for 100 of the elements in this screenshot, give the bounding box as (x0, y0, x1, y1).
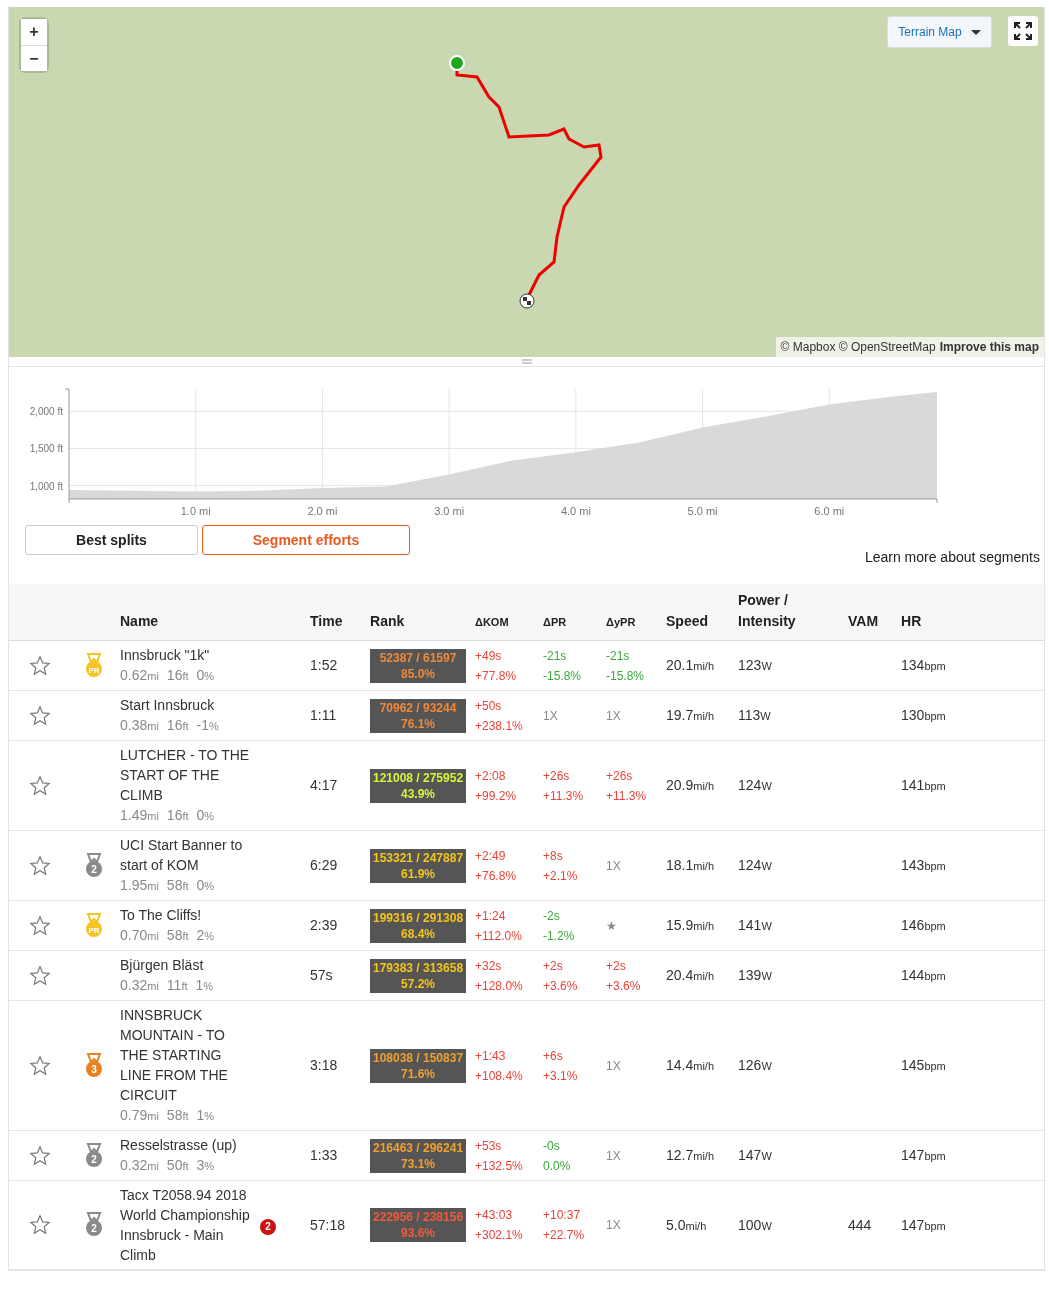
delta-time: -2s (543, 907, 561, 925)
time-value: 6:29 (310, 857, 338, 873)
segment-name[interactable]: INNSBRUCK MOUNTAIN - TO THE STARTING LINE FROM THE CIRCUIT (120, 1005, 252, 1105)
column-header: VAM (848, 613, 879, 629)
time-value: 2:39 (310, 917, 338, 933)
delta-percent: +112.0% (475, 927, 523, 945)
delta-time: +49s (475, 647, 503, 665)
x-tick-label: 6.0 mi (814, 505, 845, 517)
segment-elevation: 50ft (166, 1156, 189, 1175)
segment-name[interactable]: Start Innsbruck (120, 695, 252, 715)
fullscreen-button[interactable] (1008, 16, 1038, 46)
delta-time: +6s (543, 1047, 564, 1065)
star-icon[interactable] (29, 964, 51, 987)
delta-percent: +22.7% (543, 1227, 586, 1244)
delta-time: 1X (543, 707, 559, 725)
segment-grade: 1% (195, 976, 214, 995)
rank-percent: 71.6% (401, 1066, 436, 1081)
delta-percent: +99.2% (475, 787, 518, 805)
x-tick-label: 3.0 mi (434, 505, 465, 517)
heart-rate-value: 141bpm (901, 777, 946, 793)
star-icon[interactable] (29, 914, 51, 937)
segment-name[interactable]: LUTCHER - TO THE START OF THE CLIMB (120, 745, 252, 805)
delta-time: ★ (606, 917, 618, 935)
caret-icon (971, 29, 981, 36)
delta-percent: +238.1% (475, 717, 524, 735)
delta-time: -21s (543, 647, 568, 665)
delta-time: +10:37 (543, 1207, 582, 1224)
tab[interactable]: Segment efforts (202, 525, 410, 555)
star-icon[interactable] (29, 1054, 51, 1077)
notification-badge: 2 (260, 1218, 276, 1235)
speed-value: 12.7mi/h (666, 1147, 715, 1163)
column-header: Speed (666, 613, 709, 629)
delta-time: -21s (606, 647, 631, 665)
power-value: 124W (738, 777, 772, 793)
heart-rate-value: 144bpm (901, 967, 946, 983)
finish-flag-icon (519, 293, 535, 309)
power-value: 124W (738, 857, 772, 873)
x-tick-label: 4.0 mi (560, 505, 591, 517)
drag-handle-icon[interactable] (521, 359, 532, 364)
heart-rate-value: 146bpm (901, 917, 946, 933)
rank-position: 153321 / 247887 (372, 850, 464, 865)
delta-time: +1:43 (475, 1047, 507, 1065)
rank-percent: 61.9% (401, 866, 436, 881)
star-icon[interactable] (29, 654, 51, 677)
delta-time: 1X (606, 1057, 622, 1075)
delta-percent: +128.0% (475, 977, 524, 995)
segment-grade: 2% (196, 926, 215, 945)
column-header: ΔyPR (606, 616, 636, 628)
segment-distance: 1.95mi (120, 876, 159, 895)
column-header: ΔKOM (475, 616, 509, 628)
segment-grade: 3% (196, 1156, 215, 1175)
star-icon[interactable] (29, 774, 51, 797)
star-icon[interactable] (29, 1214, 51, 1237)
segment-name[interactable]: Resselstrasse (up) (120, 1135, 252, 1155)
segment-name[interactable]: UCI Start Banner to start of KOM (120, 835, 252, 875)
segment-elevation: 58ft (166, 876, 189, 895)
fullscreen-icon (1014, 22, 1032, 40)
star-icon[interactable] (29, 1144, 51, 1167)
segment-grade: 0% (196, 806, 215, 825)
delta-percent: +3.1% (543, 1067, 579, 1085)
map-background[interactable]: + − Terrain Map © Mapbox © OpenStreetMap Improve this map (9, 7, 1044, 357)
power-value: 123W (738, 657, 772, 673)
segment-name[interactable]: Innsbruck "1k" (120, 645, 252, 665)
delta-percent: +3.6% (606, 977, 642, 995)
rank-percent: 85.0% (401, 666, 436, 681)
delta-time: +43:03 (475, 1207, 514, 1224)
start-marker-icon (449, 55, 465, 71)
time-value: 57:18 (310, 1216, 346, 1233)
segment-name[interactable]: Tacx T2058.94 2018 World Championship Innsbruck - Main Climb (120, 1185, 252, 1265)
rank-position: 121008 / 275952 (372, 770, 464, 785)
delta-percent: +302.1% (475, 1227, 524, 1244)
improve-map-link[interactable]: Improve this map (939, 338, 1039, 356)
segment-name[interactable]: To The Cliffs! (120, 905, 252, 925)
delta-time: +8s (543, 847, 564, 865)
rank-position: 52387 / 61597 (379, 650, 457, 665)
segment-name[interactable]: Bjürgen Bläst (120, 955, 252, 975)
segment-distance: 0.62mi (120, 666, 159, 685)
delta-percent: +108.4% (475, 1067, 524, 1085)
segment-elevation: 16ft (166, 666, 189, 685)
segment-grade: 0% (196, 876, 215, 895)
delta-percent: 0.0% (543, 1157, 572, 1175)
tab[interactable]: Best splits (25, 525, 198, 555)
segment-elevation: 58ft (166, 926, 189, 945)
learn-more-link[interactable]: Learn more about segments (864, 547, 1040, 568)
speed-value: 20.4mi/h (666, 967, 715, 983)
column-header: Time (310, 613, 343, 629)
delta-time: +26s (606, 767, 634, 785)
star-icon[interactable] (29, 704, 51, 727)
segment-elevation: 58ft (166, 1106, 189, 1125)
star-icon[interactable] (29, 854, 51, 877)
speed-value: 18.1mi/h (666, 857, 715, 873)
map-type-dropdown[interactable]: Terrain Map (887, 16, 992, 48)
power-value: 147W (738, 1147, 772, 1163)
zoom-out-button[interactable]: − (21, 45, 47, 71)
delta-time: +53s (475, 1137, 503, 1155)
segment-distance: 1.49mi (120, 806, 159, 825)
x-tick-label: 1.0 mi (180, 505, 211, 517)
x-tick-label: 2.0 mi (307, 505, 338, 517)
power-value: 100W (738, 1216, 772, 1233)
delta-time: 1X (606, 1147, 622, 1165)
